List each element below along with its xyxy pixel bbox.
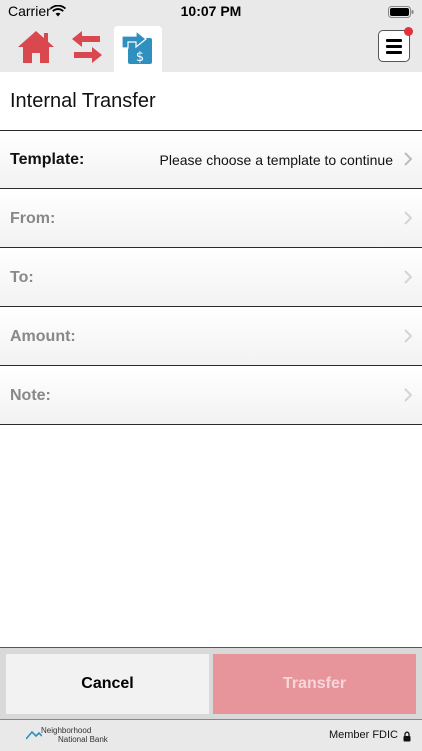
page-title: Internal Transfer	[10, 90, 156, 112]
template-value: Please choose a template to continue	[159, 152, 394, 168]
cancel-button[interactable]: Cancel	[6, 654, 209, 714]
home-icon	[16, 29, 56, 70]
chevron-right-icon	[404, 270, 413, 289]
action-bar: Cancel Transfer	[0, 647, 422, 720]
from-label: From:	[10, 210, 56, 227]
note-label: Note:	[10, 387, 51, 404]
bank-logo-icon	[25, 727, 43, 745]
transfer-arrows-icon	[70, 29, 104, 70]
to-label: To:	[10, 269, 34, 286]
nav-tab-transfers[interactable]	[63, 26, 111, 72]
lock-icon	[403, 729, 411, 747]
nav-tab-home[interactable]	[12, 26, 60, 72]
member-fdic-label: Member FDIC	[328, 729, 398, 741]
amount-label: Amount:	[10, 328, 76, 345]
clock: 10:07 PM	[180, 3, 242, 19]
transfer-button[interactable]: Transfer	[213, 654, 416, 714]
nav-tab-internal-transfer[interactable]: $	[114, 26, 162, 72]
notification-badge	[404, 27, 413, 36]
top-navigation: $	[0, 22, 422, 72]
amount-row[interactable]: Amount:	[0, 308, 422, 366]
chevron-right-icon	[404, 152, 413, 171]
battery-icon	[388, 5, 414, 23]
status-bar: Carrier 10:07 PM	[0, 0, 422, 22]
hamburger-menu-icon	[386, 38, 402, 42]
template-label: Template:	[10, 151, 85, 168]
footer: Neighborhood National Bank Member FDIC	[0, 719, 422, 751]
chevron-right-icon	[404, 211, 413, 230]
chevron-right-icon	[404, 388, 413, 407]
internal-transfer-icon: $	[120, 28, 156, 71]
note-row[interactable]: Note:	[0, 367, 422, 425]
svg-text:$: $	[136, 50, 144, 65]
bank-name: Neighborhood National Bank	[41, 726, 108, 744]
from-row[interactable]: From:	[0, 190, 422, 248]
template-row[interactable]: Template: Please choose a template to co…	[0, 131, 422, 189]
menu-button[interactable]	[378, 27, 413, 62]
to-row[interactable]: To:	[0, 249, 422, 307]
chevron-right-icon	[404, 329, 413, 348]
